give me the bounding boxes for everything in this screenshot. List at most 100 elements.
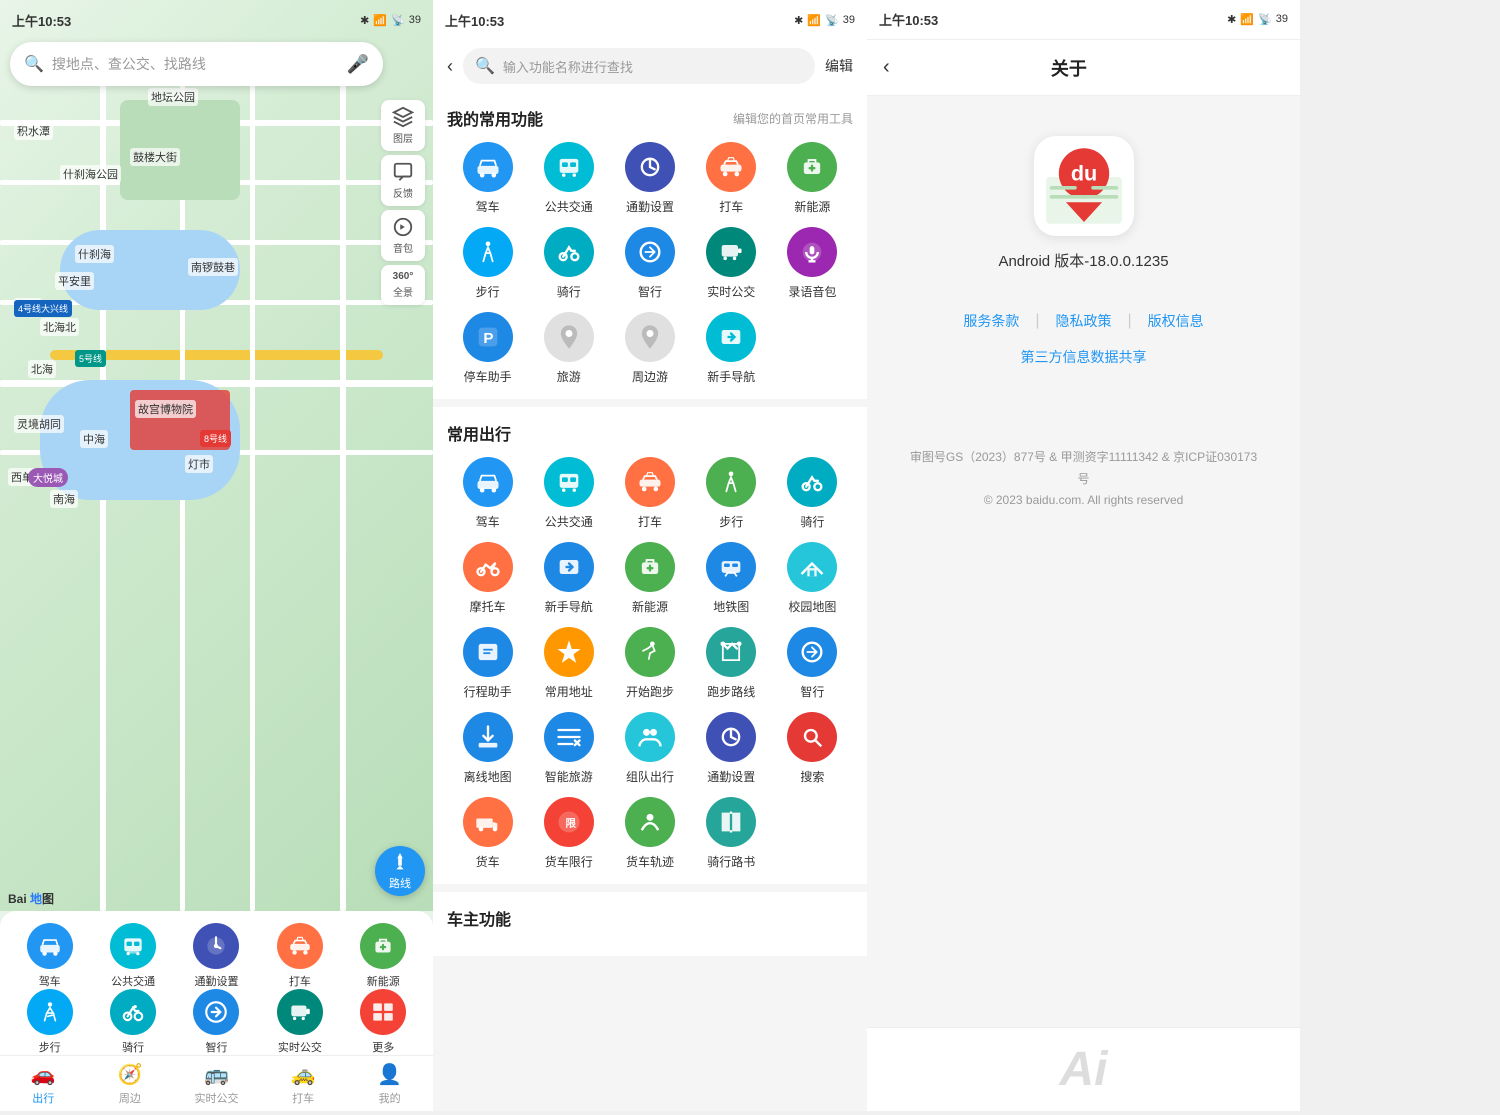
mic-icon[interactable]: 🎤 bbox=[347, 54, 369, 75]
my-tool-beginner[interactable]: 新手导航 bbox=[691, 312, 772, 385]
ct-metro[interactable]: 地铁图 bbox=[691, 542, 772, 615]
ct-search[interactable]: 搜索 bbox=[772, 712, 853, 785]
map-label: 南海 bbox=[50, 490, 78, 508]
ct-truck[interactable]: 货车 bbox=[447, 797, 528, 870]
my-tool-label: 通勤设置 bbox=[626, 198, 674, 215]
my-tool-voice[interactable]: 录语音包 bbox=[772, 227, 853, 300]
nav-item-travel[interactable]: 🚗 出行 bbox=[0, 1056, 87, 1111]
about-version: Android 版本-18.0.0.1235 bbox=[998, 250, 1168, 271]
my-tool-taxi[interactable]: 打车 bbox=[691, 142, 772, 215]
status-bar-features: 上午10:53 ✱ 📶 📡 39 bbox=[433, 0, 867, 40]
nav-item-mine[interactable]: 👤 我的 bbox=[346, 1056, 433, 1111]
my-tool-label: 驾车 bbox=[476, 198, 500, 215]
ct-smart-travel-circle bbox=[544, 712, 594, 762]
my-tool-ev[interactable]: 新能源 bbox=[772, 142, 853, 215]
ct-drive[interactable]: 驾车 bbox=[447, 457, 528, 530]
status-time-about: 上午10:53 bbox=[879, 10, 938, 29]
map-label: 什刹海 bbox=[75, 245, 114, 263]
ct-smart[interactable]: 智行 bbox=[772, 627, 853, 700]
nav-item-taxi[interactable]: 🚕 打车 bbox=[260, 1056, 347, 1111]
feature-item-commute[interactable]: 通勤设置 bbox=[175, 923, 258, 989]
route-button[interactable]: 路线 bbox=[375, 846, 425, 896]
features-search-bar[interactable]: 🔍 输入功能名称进行查找 bbox=[463, 48, 815, 84]
my-tool-bike[interactable]: 骑行 bbox=[528, 227, 609, 300]
ct-run-route[interactable]: 跑步路线 bbox=[691, 627, 772, 700]
ct-walk[interactable]: 步行 bbox=[691, 457, 772, 530]
metro-line-badge: 8号线 bbox=[200, 430, 231, 447]
drive-circle bbox=[27, 923, 73, 969]
map-label: 北海北 bbox=[40, 318, 79, 336]
map-label: 故宫博物院 bbox=[135, 400, 196, 418]
more-icon bbox=[370, 999, 396, 1025]
about-copyright[interactable]: 版权信息 bbox=[1148, 311, 1204, 331]
about-service-terms[interactable]: 服务条款 bbox=[963, 311, 1019, 331]
feedback-button[interactable]: 反馈 bbox=[381, 155, 425, 206]
my-tool-travel[interactable]: 旅游 bbox=[528, 312, 609, 385]
about-icp-1: 审图号GS（2023）877号 & 甲测资字11111342 & 京ICP证03… bbox=[907, 447, 1260, 490]
my-tool-drive[interactable]: 驾车 bbox=[447, 142, 528, 215]
about-back-button[interactable]: ‹ bbox=[883, 56, 890, 79]
ct-search-circle bbox=[787, 712, 837, 762]
panorama-button[interactable]: 360° 全景 bbox=[381, 265, 425, 305]
my-tool-commute[interactable]: 通勤设置 bbox=[609, 142, 690, 215]
my-tool-walk[interactable]: 步行 bbox=[447, 227, 528, 300]
edit-button[interactable]: 编辑 bbox=[825, 56, 853, 76]
my-tool-label: 新能源 bbox=[794, 198, 830, 215]
nav-item-realtime[interactable]: 🚌 实时公交 bbox=[173, 1056, 260, 1111]
common-travel-title: 常用出行 bbox=[447, 421, 511, 445]
ct-taxi[interactable]: 打车 bbox=[609, 457, 690, 530]
common-travel-section: 常用出行 驾车 公共交通 bbox=[433, 407, 867, 884]
my-tool-smart[interactable]: 智行 bbox=[609, 227, 690, 300]
ct-bike-book[interactable]: 骑行路书 bbox=[691, 797, 772, 870]
ct-ev[interactable]: 新能源 bbox=[609, 542, 690, 615]
ct-trip[interactable]: 行程助手 bbox=[447, 627, 528, 700]
about-page-header: ‹ 关于 bbox=[867, 40, 1300, 96]
smart-icon bbox=[203, 999, 229, 1025]
ct-offline[interactable]: 离线地图 bbox=[447, 712, 528, 785]
map-canvas[interactable]: 地坛公园 积水潭 鼓楼大街 什刹海公园 什刹海 南锣鼓巷 西四 平安里 北海北 … bbox=[0, 0, 433, 911]
about-privacy-policy[interactable]: 隐私政策 bbox=[1056, 311, 1112, 331]
my-tool-realtime-bus[interactable]: 实时公交 bbox=[691, 227, 772, 300]
taxi-icon bbox=[287, 933, 313, 959]
about-third-party[interactable]: 第三方信息数据共享 bbox=[1021, 347, 1147, 367]
feature-item-walk[interactable]: 步行 bbox=[8, 989, 91, 1055]
my-tool-label: 智行 bbox=[638, 283, 662, 300]
ct-label: 公共交通 bbox=[545, 513, 593, 530]
ct-moto[interactable]: 摩托车 bbox=[447, 542, 528, 615]
ct-bike-circle bbox=[787, 457, 837, 507]
nav-item-nearby[interactable]: 🧭 周边 bbox=[87, 1056, 174, 1111]
ct-offline-circle bbox=[463, 712, 513, 762]
ct-truck-limit[interactable]: 限 货车限行 bbox=[528, 797, 609, 870]
my-tool-transit[interactable]: 公共交通 bbox=[528, 142, 609, 215]
feature-item-ev[interactable]: 新能源 bbox=[342, 923, 425, 989]
about-app-icon: du bbox=[1034, 136, 1134, 236]
map-search-bar[interactable]: 🔍 搜地点、查公交、找路线 🎤 bbox=[10, 42, 383, 86]
feature-item-transit[interactable]: 公共交通 bbox=[91, 923, 174, 989]
features-scroll[interactable]: 我的常用功能 编辑您的首页常用工具 驾车 公共交通 bbox=[433, 92, 867, 1111]
feature-item-drive[interactable]: 驾车 bbox=[8, 923, 91, 989]
voice-pack-button[interactable]: 音包 bbox=[381, 210, 425, 261]
ct-transit[interactable]: 公共交通 bbox=[528, 457, 609, 530]
feature-item-realtime-bus[interactable]: 实时公交 bbox=[258, 989, 341, 1055]
features-back-button[interactable]: ‹ bbox=[447, 56, 453, 77]
ct-group[interactable]: 组队出行 bbox=[609, 712, 690, 785]
feature-item-taxi[interactable]: 打车 bbox=[258, 923, 341, 989]
status-time-features: 上午10:53 bbox=[445, 11, 504, 30]
map-label: 地坛公园 bbox=[148, 88, 198, 106]
feature-item-more[interactable]: 更多 bbox=[342, 989, 425, 1055]
ct-favorites[interactable]: 常用地址 bbox=[528, 627, 609, 700]
ct-truck-track[interactable]: 货车轨迹 bbox=[609, 797, 690, 870]
ct-smart-travel[interactable]: 智能旅游 bbox=[528, 712, 609, 785]
ct-run[interactable]: 开始跑步 bbox=[609, 627, 690, 700]
feature-item-bike[interactable]: 骑行 bbox=[91, 989, 174, 1055]
ct-bike[interactable]: 骑行 bbox=[772, 457, 853, 530]
ct-commute[interactable]: 通勤设置 bbox=[691, 712, 772, 785]
ct-campus[interactable]: 校园地图 bbox=[772, 542, 853, 615]
my-tool-nearby-tour[interactable]: 周边游 bbox=[609, 312, 690, 385]
my-tool-parking[interactable]: P 停车助手 bbox=[447, 312, 528, 385]
feature-item-smart[interactable]: 智行 bbox=[175, 989, 258, 1055]
feature-label: 新能源 bbox=[367, 973, 400, 989]
ct-label: 地铁图 bbox=[713, 598, 749, 615]
layers-button[interactable]: 图层 bbox=[381, 100, 425, 151]
ct-beginner[interactable]: 新手导航 bbox=[528, 542, 609, 615]
